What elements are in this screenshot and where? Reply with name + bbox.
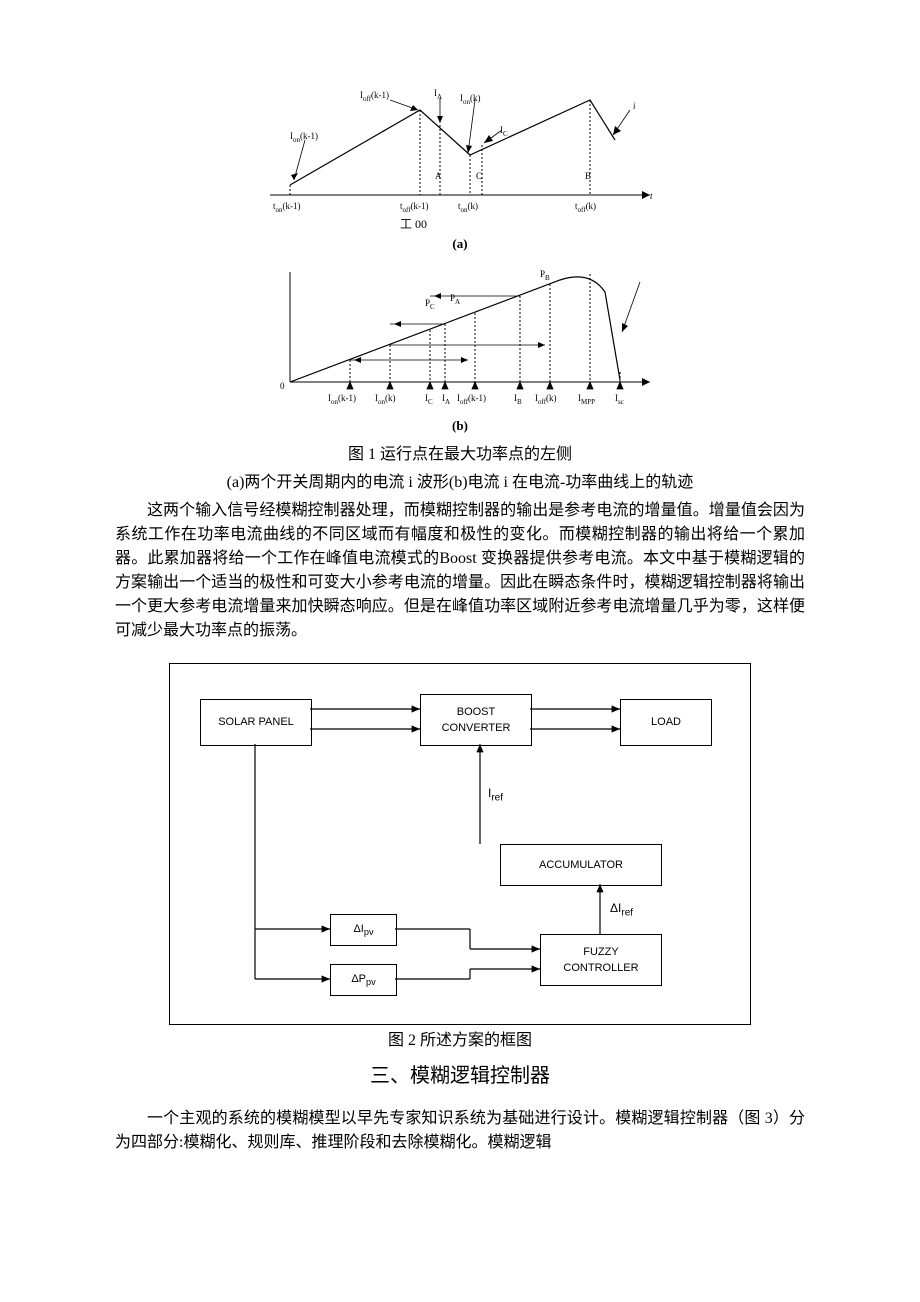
fig1b-pc: PC xyxy=(425,297,435,312)
box-fuzzy: FUZZY CONTROLLER xyxy=(540,934,662,986)
figure-1a-container: Ion(k-1) Ioff(k-1) IA Ion(k) IC i A C B … xyxy=(115,90,805,467)
figure-1b-svg xyxy=(250,262,670,412)
box-solar-panel: SOLAR PANEL xyxy=(200,699,312,746)
box-dppv: ΔPpv xyxy=(330,964,397,996)
fig1a-toff-k: toff(k) xyxy=(575,200,596,215)
fig1b-pa: PA xyxy=(450,292,460,307)
fig1b-ioff-km1: Ioff(k-1) xyxy=(457,392,486,407)
fig1b-ion-km1: Ion(k-1) xyxy=(328,392,356,407)
fig1a-toff-km1: toff(k-1) xyxy=(400,200,429,215)
fig1b-pb: PB xyxy=(540,268,550,283)
figure-2: SOLAR PANEL BOOST CONVERTER LOAD ACCUMUL… xyxy=(169,663,751,1025)
box-accumulator-label: ACCUMULATOR xyxy=(539,857,623,874)
fig1a-sublabel: (a) xyxy=(115,234,805,254)
box-fuzzy-label: FUZZY CONTROLLER xyxy=(563,944,638,977)
fig1a-ton-k: ton(k) xyxy=(458,200,478,215)
fig1a-A: A xyxy=(435,170,442,184)
label-diref: ΔIref xyxy=(610,899,633,920)
box-dipv-label: ΔIpv xyxy=(353,921,373,940)
paragraph-2: 一个主观的系统的模糊模型以早先专家知识系统为基础进行设计。模糊逻辑控制器（图 3… xyxy=(115,1107,805,1155)
box-boost: BOOST CONVERTER xyxy=(420,694,532,746)
box-load: LOAD xyxy=(620,699,712,746)
fig1a-ioff-km1: Ioff(k-1) xyxy=(360,89,389,104)
fig1-caption: 图 1 运行点在最大功率点的左侧 xyxy=(115,443,805,467)
box-accumulator: ACCUMULATOR xyxy=(500,844,662,886)
fig1b-impp: IMPP xyxy=(578,392,595,407)
fig1a-C: C xyxy=(476,170,482,184)
box-solar-panel-label: SOLAR PANEL xyxy=(218,714,294,731)
label-iref: Iref xyxy=(488,784,503,805)
fig1a-t: t xyxy=(650,190,653,204)
fig1a-footnote: 工 00 xyxy=(400,215,427,233)
section-3-heading: 三、模糊逻辑控制器 xyxy=(115,1061,805,1091)
figure-1b: PC PA PB 0 Ion(k-1) Ion(k) IC IA Ioff(k-… xyxy=(250,262,670,412)
fig1b-ioff-k: Ioff(k) xyxy=(535,392,557,407)
paragraph-1: 这两个输入信号经模糊控制器处理，而模糊控制器的输出是参考电流的增量值。增量值会因… xyxy=(115,499,805,643)
box-boost-label: BOOST CONVERTER xyxy=(442,704,511,737)
fig1b-isc: Isc xyxy=(615,392,624,407)
fig1a-ia: IA xyxy=(434,87,442,102)
fig1b-sublabel: (b) xyxy=(115,416,805,436)
figure-1a: Ion(k-1) Ioff(k-1) IA Ion(k) IC i A C B … xyxy=(250,90,670,230)
box-dipv: ΔIpv xyxy=(330,914,397,946)
fig1-caption-sub: (a)两个开关周期内的电流 i 波形(b)电流 i 在电流-功率曲线上的轨迹 xyxy=(115,471,805,495)
fig1a-ion-km1: Ion(k-1) xyxy=(290,130,318,145)
fig1a-i: i xyxy=(633,100,636,114)
fig1b-ic: IC xyxy=(425,392,433,407)
fig1a-ion-k: Ion(k) xyxy=(460,92,481,107)
fig1a-ic: IC xyxy=(500,124,508,139)
box-dppv-label: ΔPpv xyxy=(351,971,375,990)
fig1a-ton-km1: ton(k-1) xyxy=(273,200,301,215)
fig2-caption: 图 2 所述方案的框图 xyxy=(115,1029,805,1053)
box-load-label: LOAD xyxy=(651,714,681,731)
fig1b-ib: IB xyxy=(514,392,522,407)
fig1b-zero: 0 xyxy=(280,380,285,394)
fig1b-ion-k: Ion(k) xyxy=(375,392,396,407)
fig1a-B: B xyxy=(585,170,591,184)
fig1b-ia: IA xyxy=(442,392,450,407)
